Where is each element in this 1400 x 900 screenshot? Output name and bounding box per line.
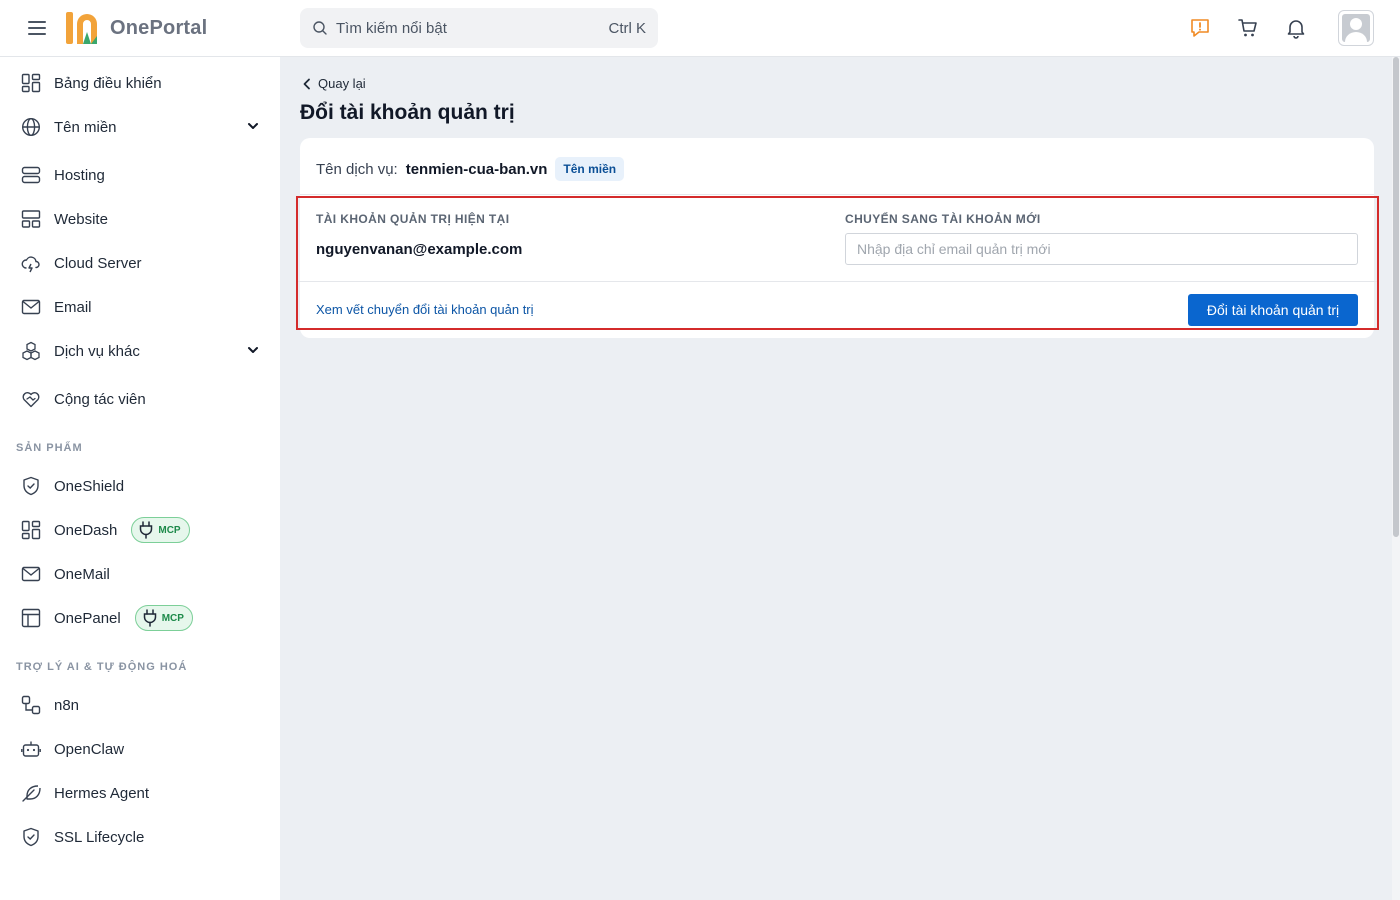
sidebar-item-email[interactable]: Email	[16, 287, 268, 327]
hamburger-menu-button[interactable]	[26, 16, 48, 40]
envelope-icon	[20, 563, 42, 585]
sidebar-item-label: Hermes Agent	[54, 784, 150, 802]
user-avatar-button[interactable]	[1338, 10, 1374, 46]
sidebar-section-ai: TRỢ LÝ AI & TỰ ĐỘNG HOÁ	[16, 661, 188, 673]
menu-icon	[28, 21, 46, 35]
dashboard-icon	[20, 72, 42, 94]
plug-icon	[143, 609, 156, 627]
search-icon	[313, 21, 327, 35]
heart-handshake-icon	[20, 388, 42, 410]
shield-check-icon	[20, 475, 42, 497]
cart-button[interactable]	[1236, 16, 1260, 40]
transfer-admin-button[interactable]: Đổi tài khoản quản trị	[1188, 294, 1358, 326]
current-admin-heading: TÀI KHOẢN QUẢN TRỊ HIỆN TẠI	[316, 212, 510, 226]
mcp-badge-label: MCP	[161, 612, 184, 624]
mcp-badge: MCP	[131, 517, 190, 543]
transfer-history-link[interactable]: Xem vết chuyển đổi tài khoản quản trị	[316, 302, 534, 317]
sidebar-item-label: Hosting	[54, 166, 105, 184]
sidebar-item-cloud-server[interactable]: Cloud Server	[16, 243, 268, 283]
chevron-down-icon	[248, 123, 258, 129]
sidebar-item-label: Dịch vụ khác	[54, 342, 140, 360]
sidebar-item-domains[interactable]: Tên miền	[16, 107, 268, 147]
new-admin-email-input[interactable]	[845, 233, 1358, 265]
feedback-icon	[1191, 19, 1209, 37]
sidebar-item-label: Cloud Server	[54, 254, 142, 272]
sidebar-item-label: SSL Lifecycle	[54, 828, 145, 846]
sidebar-item-label: Website	[54, 210, 108, 228]
sidebar-item-onemail[interactable]: OneMail	[16, 554, 268, 594]
server-icon	[20, 164, 42, 186]
sidebar-item-label: Email	[54, 298, 92, 316]
chevron-down-icon	[248, 347, 258, 353]
top-header: OnePortal Tìm kiếm nổi bật Ctrl K	[0, 0, 1400, 57]
sidebar-item-other-services[interactable]: Dịch vụ khác	[16, 331, 268, 371]
current-admin-email: nguyenvanan@example.com	[316, 241, 523, 258]
feedback-button[interactable]	[1188, 16, 1212, 40]
website-icon	[20, 208, 42, 230]
cubes-icon	[20, 340, 42, 362]
sidebar-item-label: Tên miền	[54, 118, 117, 136]
globe-icon	[20, 116, 42, 138]
brand-logo-icon	[66, 12, 97, 44]
sidebar-item-dashboard[interactable]: Bảng điều khiển	[16, 63, 268, 103]
sidebar-item-hosting[interactable]: Hosting	[16, 155, 268, 195]
workflow-icon	[20, 694, 42, 716]
envelope-icon	[20, 296, 42, 318]
cloud-lightning-icon	[20, 252, 42, 274]
sidebar-item-label: OnePanel	[54, 609, 121, 627]
mcp-badge-label: MCP	[158, 524, 181, 536]
notification-button[interactable]	[1284, 16, 1308, 40]
sidebar-item-n8n[interactable]: n8n	[16, 685, 268, 725]
service-name-value: tenmien-cua-ban.vn	[405, 160, 548, 178]
feather-icon	[20, 782, 42, 804]
chevron-left-icon	[303, 78, 310, 89]
search-shortcut: Ctrl K	[608, 19, 647, 37]
service-type-badge: Tên miền	[555, 157, 625, 181]
sidebar-item-label: OneMail	[54, 565, 110, 583]
bell-icon	[1287, 20, 1305, 39]
sidebar-item-label: Bảng điều khiển	[54, 74, 162, 92]
brand-name: OnePortal	[110, 16, 208, 39]
sidebar: Bảng điều khiển Tên miền Hosting Website…	[0, 57, 280, 900]
shield-check-icon	[20, 826, 42, 848]
panel-layout-icon	[20, 607, 42, 629]
sidebar-item-label: OneShield	[54, 477, 125, 495]
sidebar-item-website[interactable]: Website	[16, 199, 268, 239]
search-placeholder: Tìm kiếm nổi bật	[336, 19, 447, 37]
page-title: Đổi tài khoản quản trị	[300, 101, 515, 124]
sidebar-item-hermes-agent[interactable]: Hermes Agent	[16, 773, 268, 813]
cart-icon	[1238, 19, 1257, 37]
sidebar-item-openclaw[interactable]: OpenClaw	[16, 729, 268, 769]
back-link-label: Quay lại	[318, 76, 366, 91]
avatar	[1342, 14, 1370, 42]
sidebar-item-label: Cộng tác viên	[54, 390, 146, 408]
sidebar-item-onepanel[interactable]: OnePanel MCP	[16, 598, 268, 638]
user-silhouette-icon	[1345, 18, 1367, 42]
back-link[interactable]: Quay lại	[302, 76, 366, 91]
divider	[300, 194, 1374, 195]
sidebar-item-affiliates[interactable]: Cộng tác viên	[16, 379, 268, 419]
new-admin-heading: CHUYỂN SANG TÀI KHOẢN MỚI	[845, 212, 1041, 226]
sidebar-item-ssl-lifecycle[interactable]: SSL Lifecycle	[16, 817, 268, 857]
page-scrollbar[interactable]	[1392, 57, 1400, 900]
plug-icon	[140, 521, 153, 539]
robot-icon	[20, 738, 42, 760]
mcp-badge: MCP	[134, 605, 193, 631]
dashboard-icon	[20, 519, 42, 541]
service-name-label: Tên dịch vụ:	[316, 160, 398, 178]
global-search-box[interactable]: Tìm kiếm nổi bật Ctrl K	[300, 8, 658, 48]
brand-logo[interactable]: OnePortal	[64, 10, 207, 46]
sidebar-section-products: SẢN PHẨM	[16, 442, 83, 454]
sidebar-item-label: n8n	[54, 696, 80, 714]
sidebar-item-label: OpenClaw	[54, 740, 125, 758]
service-info: Tên dịch vụ: tenmien-cua-ban.vn Tên miền	[316, 157, 625, 181]
sidebar-item-oneshield[interactable]: OneShield	[16, 466, 268, 506]
divider	[298, 281, 1377, 282]
sidebar-item-label: OneDash	[54, 521, 118, 539]
scrollbar-thumb[interactable]	[1393, 57, 1399, 537]
sidebar-item-onedash[interactable]: OneDash MCP	[16, 510, 268, 550]
